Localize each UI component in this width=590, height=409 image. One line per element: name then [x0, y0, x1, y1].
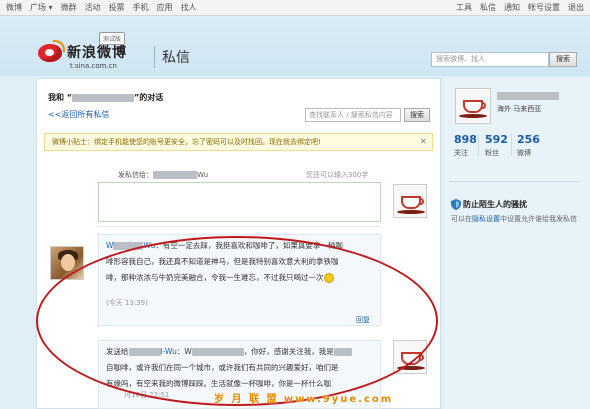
beta-badge: 测试版 [99, 32, 126, 45]
following-label[interactable]: 关注 [454, 148, 468, 158]
following-count[interactable]: 898 [454, 133, 477, 146]
sidebar [444, 78, 590, 409]
conversation-title-suffix: ”的对话 [134, 93, 164, 102]
close-icon[interactable]: ✕ [420, 137, 427, 146]
privacy-desc-end: 中设置允许谁给我发私信 [500, 215, 577, 223]
coffee-cup-icon [463, 100, 483, 113]
profile-location: 海外 马来西亚 [497, 105, 542, 113]
profile-avatar[interactable] [455, 88, 491, 124]
page-title: 私信 [162, 50, 190, 66]
red-annotation-ellipse [36, 236, 438, 406]
conversation-title-prefix: 我和 “ [48, 93, 73, 102]
followers-label[interactable]: 粉丝 [485, 148, 499, 158]
logo-divider [154, 46, 155, 68]
nav-messages[interactable]: 私信 [480, 2, 496, 13]
logo-text[interactable]: 新浪微博 [67, 42, 127, 62]
cup-handle-icon [419, 198, 424, 205]
nav-find-people[interactable]: 找人 [181, 2, 197, 13]
privacy-settings-link[interactable]: 隐私设置 [472, 215, 500, 223]
privacy-description: 可以在隐私设置中设置允许谁给我发私信 [451, 214, 577, 224]
sidebar-divider [449, 181, 579, 182]
nav-vote[interactable]: 投票 [109, 2, 125, 13]
nav-apps[interactable]: 应用 [157, 2, 173, 13]
shield-icon [451, 199, 461, 210]
message-textarea[interactable] [98, 182, 381, 222]
nav-events[interactable]: 活动 [85, 2, 101, 13]
stat-divider [511, 134, 512, 156]
thread-divider [98, 226, 381, 227]
redacted-profile-name [497, 92, 559, 100]
privacy-desc-start: 可以在 [451, 215, 472, 223]
sender-prefix: W [106, 241, 114, 250]
compose-label-text: 发私信给： [118, 171, 153, 179]
redacted-recipient [153, 171, 197, 179]
nav-weibo[interactable]: 微博 [6, 2, 22, 13]
nav-notifications[interactable]: 通知 [504, 2, 520, 13]
compose-recipient-suffix: Wu [197, 171, 209, 179]
face-icon [61, 254, 75, 271]
redacted-username [72, 93, 135, 102]
nav-logout[interactable]: 退出 [568, 2, 584, 13]
char-counter: 您还可以输入300字 [306, 171, 369, 179]
top-nav-bar: 微博 广场 ▾ 微群 活动 投票 手机 应用 找人 工具 私信 通知 帐号设置 … [0, 0, 590, 16]
nav-mobile[interactable]: 手机 [133, 2, 149, 13]
compose-label: 发私信给： Wu [118, 170, 208, 180]
profile-name[interactable] [497, 92, 559, 100]
coffee-cup-icon [401, 196, 421, 209]
saucer-icon [397, 210, 425, 214]
stat-divider [478, 134, 479, 156]
privacy-title: 防止陌生人的骚扰 [463, 200, 527, 209]
nav-tools[interactable]: 工具 [456, 2, 472, 13]
nav-groups[interactable]: 微群 [61, 2, 77, 13]
cup-handle-icon [481, 102, 486, 109]
nav-account-settings[interactable]: 帐号设置 [528, 2, 560, 13]
logo-domain: t.sina.com.cn [70, 62, 117, 70]
top-nav-right: 工具 私信 通知 帐号设置 退出 [456, 2, 584, 13]
saucer-icon [459, 114, 487, 118]
contact-search-input[interactable]: 查找联系人 / 搜索私信内容 [305, 108, 401, 122]
posts-label[interactable]: 微博 [517, 148, 531, 158]
conversation-title: 我和 “ ”的对话 [48, 92, 163, 103]
contact-search-button[interactable]: 搜索 [404, 108, 430, 122]
site-watermark: 岁 月 联 盟 www.9yue.com [214, 394, 394, 405]
search-button[interactable]: 搜索 [549, 52, 577, 67]
top-nav-left: 微博 广场 ▾ 微群 活动 投票 手机 应用 找人 [6, 2, 197, 13]
back-to-messages-link[interactable]: <<返回所有私信 [48, 109, 109, 120]
tip-banner: 微博小贴士：绑定手机能使您的账号更安全，忘了密码可以及时找回。现在就去绑定吧! [44, 133, 433, 151]
followers-count[interactable]: 592 [485, 133, 508, 146]
my-avatar[interactable] [393, 184, 427, 218]
posts-count[interactable]: 256 [517, 133, 540, 146]
search-input[interactable]: 搜索微博、找人 [431, 52, 549, 67]
nav-square[interactable]: 广场 ▾ [30, 2, 53, 13]
